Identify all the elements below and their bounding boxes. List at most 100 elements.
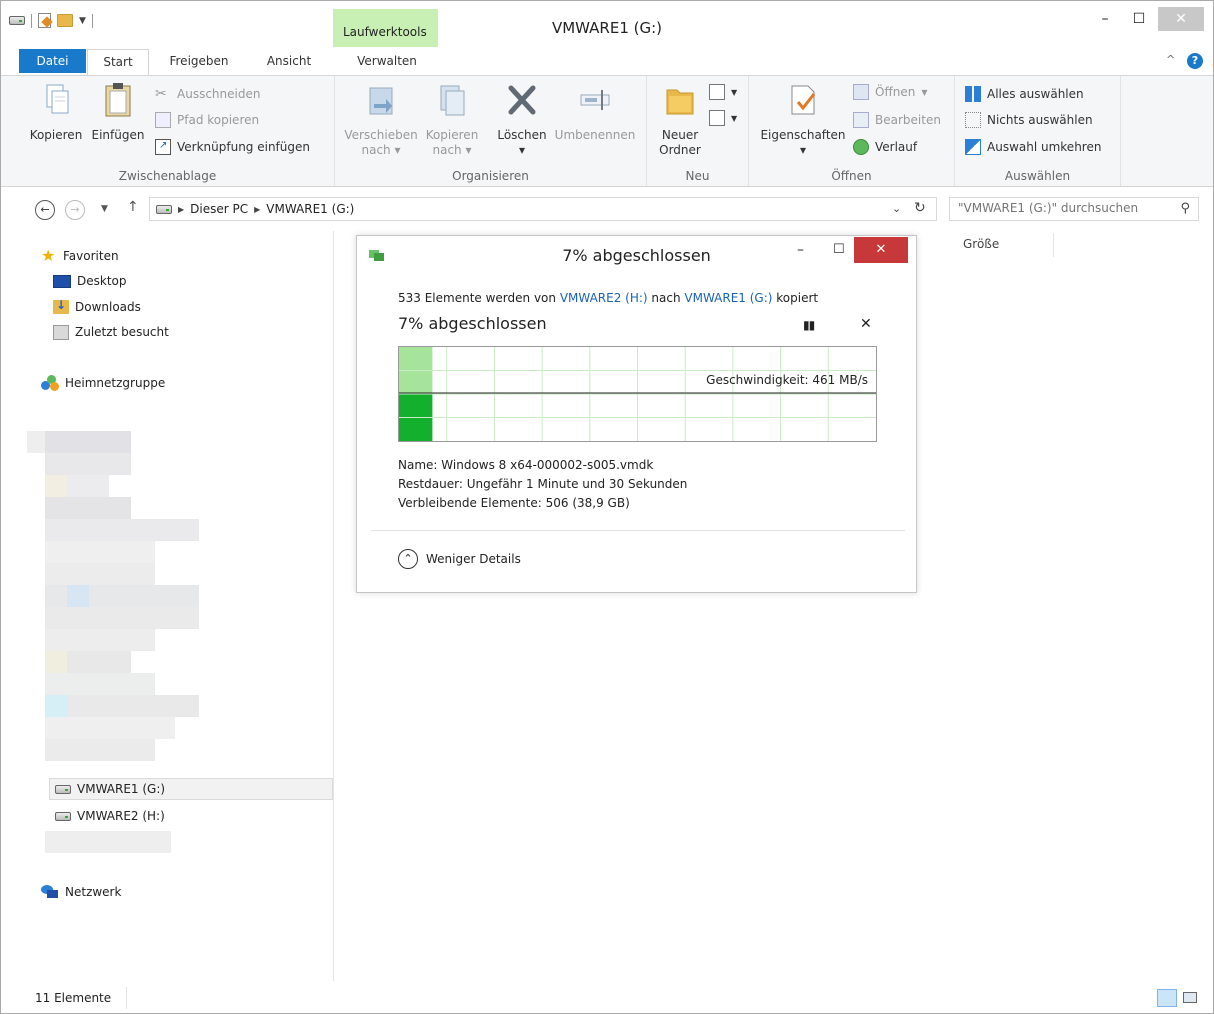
drive-icon [55, 811, 71, 821]
history-button[interactable]: Verlauf [853, 137, 917, 157]
delete-dropdown-icon[interactable]: ▾ [493, 143, 551, 158]
rename-button[interactable]: Umbenennen [551, 82, 639, 143]
maximize-button[interactable]: ☐ [1125, 7, 1153, 31]
up-button[interactable]: ↑ [127, 199, 139, 215]
column-divider[interactable] [1053, 233, 1054, 257]
qat-dropdown-icon[interactable]: ▼ [79, 16, 86, 26]
forward-button[interactable]: → [65, 200, 85, 220]
group-label-select: Auswählen [1004, 169, 1071, 183]
properties-dropdown-icon[interactable]: ▾ [755, 143, 851, 158]
nav-favorites[interactable]: ★ Favoriten [41, 245, 119, 267]
breadcrumb-dieser-pc[interactable]: Dieser PC [190, 202, 248, 216]
invert-selection-button[interactable]: Auswahl umkehren [965, 137, 1101, 157]
select-none-button[interactable]: Nichts auswählen [965, 110, 1093, 130]
copy-to-button[interactable]: Kopieren nach ▾ [421, 82, 483, 158]
new-folder-label-1: Neuer [661, 128, 699, 142]
group-select: Alles auswählen Nichts auswählen Auswahl… [955, 76, 1121, 186]
breadcrumb-separator-icon: ▶ [254, 204, 261, 214]
select-all-icon [965, 86, 981, 102]
back-button[interactable]: ← [35, 200, 55, 220]
new-folder-button[interactable]: Neuer Ordner [653, 82, 707, 158]
recent-locations-icon[interactable]: ▼ [101, 204, 108, 214]
group-label-organize: Organisieren [452, 169, 529, 183]
group-label-new: Neu [685, 169, 710, 183]
group-label-clipboard: Zwischenablage [118, 169, 217, 183]
open-button[interactable]: Öffnen ▼ [853, 82, 927, 102]
nav-drive-h[interactable]: VMWARE2 (H:) [55, 805, 165, 827]
nav-recent[interactable]: Zuletzt besucht [53, 321, 169, 343]
nav-network[interactable]: Netzwerk [41, 881, 121, 903]
search-box: ⚲ [949, 197, 1199, 221]
invert-selection-icon [965, 139, 981, 155]
nav-homegroup-label: Heimnetzgruppe [65, 376, 166, 390]
item-count: 11 Elemente [35, 991, 112, 1005]
paste-shortcut-button[interactable]: ↗ Verknüpfung einfügen [155, 137, 310, 157]
drive-icon [156, 204, 172, 214]
nav-homegroup[interactable]: Heimnetzgruppe [41, 372, 165, 394]
easy-access-button[interactable]: ▼ [709, 108, 737, 128]
delete-icon [508, 85, 536, 115]
status-bar: 11 Elemente [1, 983, 1213, 1013]
dialog-separator [371, 530, 905, 531]
nav-drive-g[interactable]: VMWARE1 (G:) [49, 778, 333, 800]
delete-label: Löschen [497, 128, 547, 142]
close-button[interactable]: ✕ [1158, 7, 1204, 31]
status-separator [126, 987, 127, 1009]
edit-button[interactable]: Bearbeiten [853, 110, 941, 130]
nav-downloads[interactable]: Downloads [53, 296, 141, 318]
network-icon [41, 885, 59, 899]
less-details-button[interactable]: ⌃ Weniger Details [398, 549, 521, 569]
source-link[interactable]: VMWARE2 (H:) [560, 291, 648, 305]
blurred-region [27, 431, 202, 771]
dialog-maximize-button[interactable]: ☐ [833, 242, 845, 257]
cut-button[interactable]: ✂ Ausschneiden [155, 84, 260, 104]
delete-button[interactable]: Löschen ▾ [493, 82, 551, 158]
paste-button[interactable]: Einfügen [89, 82, 147, 143]
copy-path-button[interactable]: Pfad kopieren [155, 110, 259, 130]
search-input[interactable] [958, 201, 1168, 215]
move-to-button[interactable]: Verschieben nach ▾ [341, 82, 421, 158]
history-label: Verlauf [875, 140, 918, 154]
new-item-icon [709, 84, 725, 100]
large-icons-view-button[interactable] [1181, 989, 1201, 1007]
copy-description-prefix: 533 Elemente werden von [398, 291, 560, 305]
tab-ansicht[interactable]: Ansicht [259, 49, 319, 75]
group-organize: Verschieben nach ▾ Kopieren nach ▾ Lösch… [335, 76, 647, 186]
select-none-label: Nichts auswählen [987, 113, 1093, 127]
copy-button[interactable]: Kopieren [27, 82, 85, 143]
tab-freigeben[interactable]: Freigeben [161, 49, 237, 75]
breadcrumb-vmware1[interactable]: VMWARE1 (G:) [266, 202, 354, 216]
target-link[interactable]: VMWARE1 (G:) [684, 291, 772, 305]
search-icon[interactable]: ⚲ [1180, 201, 1190, 216]
tab-datei[interactable]: Datei [19, 49, 86, 73]
nav-desktop[interactable]: Desktop [53, 270, 127, 292]
copy-progress-dialog: 7% abgeschlossen – ☐ ✕ 533 Elemente werd… [356, 235, 917, 593]
properties-button[interactable]: Eigenschaften ▾ [755, 82, 851, 158]
minimize-button[interactable]: – [1091, 7, 1119, 31]
details-view-button[interactable] [1157, 989, 1177, 1007]
help-icon[interactable]: ? [1187, 53, 1203, 69]
nav-favorites-label: Favoriten [63, 249, 119, 263]
refresh-icon[interactable]: ↻ [914, 200, 926, 216]
tab-verwalten[interactable]: Verwalten [343, 49, 431, 75]
address-bar[interactable]: ▶ Dieser PC ▶ VMWARE1 (G:) ⌄ ↻ [149, 197, 937, 221]
tab-start[interactable]: Start [87, 49, 149, 77]
dialog-close-button[interactable]: ✕ [854, 237, 908, 263]
new-folder-icon[interactable] [57, 14, 73, 27]
collapse-ribbon-icon[interactable]: ^ [1166, 53, 1175, 66]
address-dropdown-icon[interactable]: ⌄ [892, 202, 901, 215]
detail-time: Restdauer: Ungefähr 1 Minute und 30 Seku… [398, 475, 687, 494]
paste-label: Einfügen [91, 128, 145, 142]
select-all-button[interactable]: Alles auswählen [965, 84, 1084, 104]
cancel-copy-button[interactable]: ✕ [860, 316, 872, 332]
homegroup-icon [41, 375, 59, 391]
properties-icon[interactable] [38, 13, 51, 28]
new-item-dropdown-icon: ▼ [731, 87, 738, 97]
scissors-icon: ✂ [155, 86, 167, 102]
pause-button[interactable]: ▮▮ [803, 318, 815, 332]
dialog-minimize-button[interactable]: – [797, 242, 804, 258]
new-item-button[interactable]: ▼ [709, 82, 737, 102]
column-header-size[interactable]: Größe [963, 237, 999, 251]
ribbon: Kopieren Einfügen ✂ Ausschneiden Pfad ko… [1, 75, 1213, 187]
edit-icon [853, 112, 869, 128]
